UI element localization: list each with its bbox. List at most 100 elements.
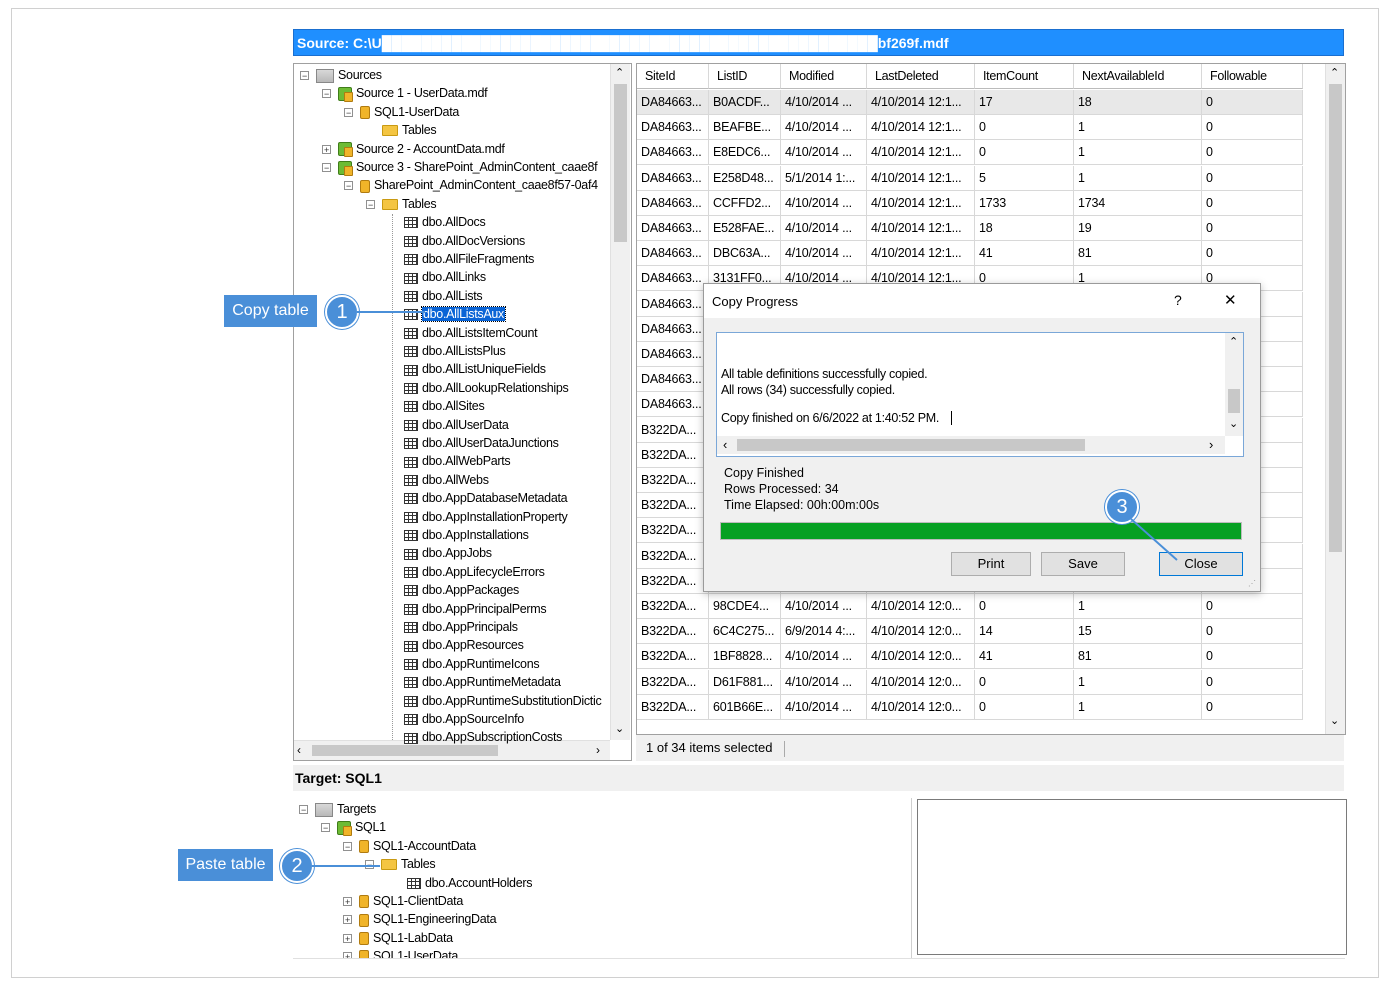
grid-cell[interactable]: 0 xyxy=(1202,165,1303,191)
hscroll-thumb[interactable] xyxy=(312,745,498,756)
grid-cell[interactable]: B322DA... xyxy=(637,568,709,594)
tree-table-item[interactable]: dbo.AllUserData xyxy=(404,416,509,434)
grid-cell[interactable]: DBC63A... xyxy=(709,241,781,267)
scroll-down-icon[interactable]: ⌄ xyxy=(615,722,624,735)
tree-table-item[interactable]: dbo.AllListsItemCount xyxy=(404,324,538,342)
grid-cell[interactable]: 0 xyxy=(1202,216,1303,241)
tree-table-item[interactable]: dbo.AppDatabaseMetadata xyxy=(404,489,568,507)
grid-cell[interactable]: 4/10/2014 12:1... xyxy=(867,190,975,216)
grid-cell[interactable]: 0 xyxy=(1202,241,1303,267)
tree-table-item[interactable]: dbo.AppRuntimeIcons xyxy=(404,655,540,673)
tree-node[interactable]: −Tables xyxy=(366,195,437,213)
grid-cell[interactable]: 4/10/2014 12:0... xyxy=(867,644,975,670)
grid-cell[interactable]: 0 xyxy=(1202,190,1303,216)
grid-scroll-down-icon[interactable]: ⌄ xyxy=(1330,714,1339,727)
grid-cell[interactable]: E258D48... xyxy=(709,165,781,191)
grid-cell[interactable]: 0 xyxy=(975,594,1074,619)
grid-cell[interactable]: 0 xyxy=(975,694,1074,720)
grid-cell[interactable]: 1 xyxy=(1074,115,1202,141)
grid-cell[interactable]: 0 xyxy=(1202,694,1303,720)
collapse-icon[interactable]: − xyxy=(366,199,375,209)
tree-node[interactable]: − SharePoint_AdminContent_caae8f57-0af4 xyxy=(344,176,598,194)
column-header[interactable]: NextAvailableId xyxy=(1074,64,1202,89)
grid-cell[interactable]: B0ACDF... xyxy=(709,90,781,115)
grid-cell[interactable]: E528FAE... xyxy=(709,216,781,241)
grid-cell[interactable]: DA84663... xyxy=(637,291,709,317)
grid-cell[interactable]: CCFFD2... xyxy=(709,190,781,216)
grid-cell[interactable]: 0 xyxy=(975,115,1074,141)
grid-scroll-up-icon[interactable]: ⌃ xyxy=(1330,66,1339,79)
grid-cell[interactable]: B322DA... xyxy=(637,442,709,468)
tree-table-item[interactable]: dbo.AllDocs xyxy=(404,213,486,231)
grid-cell[interactable]: B322DA... xyxy=(637,619,709,645)
grid-cell[interactable]: B322DA... xyxy=(637,694,709,720)
column-header[interactable]: Modified xyxy=(781,64,867,89)
source-tree-vscrollbar[interactable]: ⌃ ⌄ xyxy=(610,64,630,740)
tree-table-item[interactable]: dbo.AllLists xyxy=(404,287,483,305)
grid-cell[interactable]: 81 xyxy=(1074,644,1202,670)
grid-cell[interactable]: 17 xyxy=(975,90,1074,115)
collapse-icon[interactable]: − xyxy=(321,823,330,833)
column-header[interactable]: LastDeleted xyxy=(867,64,975,89)
tree-table-item[interactable]: dbo.AppResources xyxy=(404,636,524,654)
tree-table-item[interactable]: dbo.AllWebs xyxy=(404,471,489,489)
log-hscrollbar[interactable]: ‹ › xyxy=(717,436,1225,454)
tree-node[interactable]: + SQL1-LabData xyxy=(343,929,453,947)
expand-icon[interactable]: + xyxy=(343,933,352,943)
tree-node[interactable]: + SQL1-ClientData xyxy=(343,892,463,910)
grid-cell[interactable]: 4/10/2014 ... xyxy=(781,594,867,619)
grid-cell[interactable]: 0 xyxy=(1202,594,1303,619)
tree-node[interactable]: − Source 3 - SharePoint_AdminContent_caae… xyxy=(322,158,598,176)
grid-cell[interactable]: 4/10/2014 ... xyxy=(781,241,867,267)
scroll-up-icon[interactable]: ⌃ xyxy=(615,66,624,79)
grid-scroll-thumb[interactable] xyxy=(1329,84,1342,552)
collapse-icon[interactable]: − xyxy=(344,181,353,191)
grid-cell[interactable]: B322DA... xyxy=(637,493,709,519)
grid-cell[interactable]: 1733 xyxy=(975,190,1074,216)
grid-cell[interactable]: 4/10/2014 12:0... xyxy=(867,594,975,619)
grid-cell[interactable]: BEAFBE... xyxy=(709,115,781,141)
grid-cell[interactable]: B322DA... xyxy=(637,644,709,670)
column-header[interactable]: ItemCount xyxy=(975,64,1074,89)
grid-cell[interactable]: 18 xyxy=(1074,90,1202,115)
tree-table-item[interactable]: dbo.AllUserDataJunctions xyxy=(404,434,559,452)
tree-table-item[interactable]: dbo.AppInstallationProperty xyxy=(404,508,568,526)
grid-cell[interactable]: 4/10/2014 12:1... xyxy=(867,140,975,166)
tree-table-item[interactable]: dbo.AppJobs xyxy=(404,544,492,562)
grid-cell[interactable]: 41 xyxy=(975,241,1074,267)
collapse-icon[interactable]: − xyxy=(322,89,331,99)
collapse-icon[interactable]: − xyxy=(322,163,331,173)
grid-cell[interactable]: 1 xyxy=(1074,669,1202,695)
grid-cell[interactable]: 14 xyxy=(975,619,1074,645)
log-scroll-thumb[interactable] xyxy=(1228,389,1240,413)
tree-table-item[interactable]: dbo.AllWebParts xyxy=(404,452,511,470)
grid-cell[interactable]: DA84663... xyxy=(637,316,709,342)
grid-cell[interactable]: DA84663... xyxy=(637,90,709,115)
column-header[interactable]: SiteId xyxy=(637,64,709,89)
grid-cell[interactable]: 0 xyxy=(975,140,1074,166)
grid-cell[interactable]: DA84663... xyxy=(637,140,709,166)
tree-node[interactable]: + SQL1-EngineeringData xyxy=(343,910,497,928)
grid-vscrollbar[interactable]: ⌃ ⌄ xyxy=(1325,64,1345,734)
target-tree[interactable]: −Targets−SQL1−SQL1-AccountData−Tablesdbo… xyxy=(293,798,912,958)
grid-cell[interactable]: 1 xyxy=(1074,594,1202,619)
tree-table-item[interactable]: dbo.AllLinks xyxy=(404,268,486,286)
tree-node[interactable]: −Tables xyxy=(365,855,436,873)
grid-cell[interactable]: 4/10/2014 ... xyxy=(781,694,867,720)
log-hscroll-thumb[interactable] xyxy=(737,439,1085,451)
tree-table-item[interactable]: dbo.AppRuntimeMetadata xyxy=(404,673,561,691)
grid-cell[interactable]: DA84663... xyxy=(637,266,709,292)
tree-node[interactable]: Tables xyxy=(382,121,437,139)
grid-cell[interactable]: 0 xyxy=(975,669,1074,695)
grid-cell[interactable]: 4/10/2014 12:0... xyxy=(867,619,975,645)
collapse-icon[interactable]: − xyxy=(300,71,309,81)
grid-cell[interactable]: DA84663... xyxy=(637,165,709,191)
column-header[interactable]: Followable xyxy=(1202,64,1303,89)
grid-cell[interactable]: 1734 xyxy=(1074,190,1202,216)
grid-cell[interactable]: DA84663... xyxy=(637,216,709,241)
scroll-left-icon[interactable]: ‹ xyxy=(297,743,301,757)
tree-node[interactable]: + Source 2 - AccountData.mdf xyxy=(322,140,505,158)
log-scroll-left-icon[interactable]: ‹ xyxy=(723,437,727,452)
grid-cell[interactable]: D61F881... xyxy=(709,669,781,695)
grid-cell[interactable]: 4/10/2014 ... xyxy=(781,644,867,670)
